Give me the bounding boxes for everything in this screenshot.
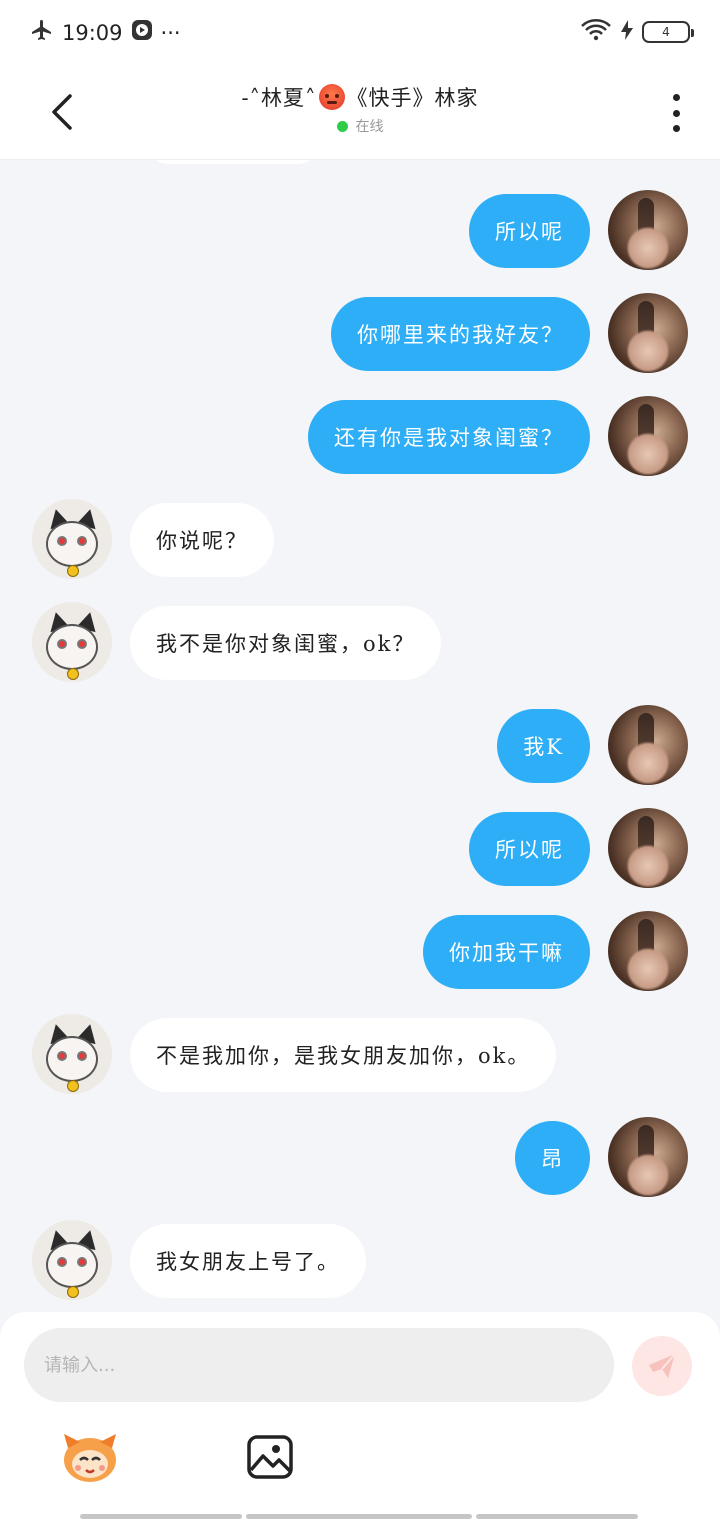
bell-icon <box>67 1286 79 1298</box>
airplane-mode-icon <box>30 18 54 47</box>
charging-icon <box>620 19 634 45</box>
message-bubble[interactable]: 还有你是我对象闺蜜？ <box>308 400 590 474</box>
cat-eye <box>57 536 67 546</box>
bottom-indicator-bars <box>80 1514 638 1519</box>
message-bubble[interactable]: 你哪里来的我好友？ <box>331 297 590 371</box>
online-status-text: 在线 <box>355 119 384 135</box>
message-row: 你说呢？ <box>0 499 720 579</box>
message-row: 我女朋友上号了。 <box>0 1220 720 1300</box>
more-dot-icon <box>672 109 680 117</box>
cat-eye <box>77 1051 87 1061</box>
cat-face <box>46 521 98 567</box>
cat-eye <box>57 1051 67 1061</box>
my-avatar[interactable] <box>608 190 688 270</box>
more-notifications-indicator: ··· <box>160 20 181 45</box>
bell-icon <box>67 565 79 577</box>
message-row: 所以呢 <box>0 190 720 270</box>
message-row: 我不是你对象闺蜜，ok？ <box>0 602 720 682</box>
status-left: 19:09 ··· <box>30 18 181 47</box>
status-right: 4 <box>580 18 694 46</box>
online-status: 在线 <box>0 116 720 136</box>
chat-screen: 19:09 ··· 4 -˄林夏˄ 《快手》林家 在线 所以呢 你哪里来的我好友… <box>0 0 720 1520</box>
wifi-icon <box>580 18 612 46</box>
my-avatar[interactable] <box>608 705 688 785</box>
more-options-button[interactable] <box>668 94 684 132</box>
cat-eye <box>57 639 67 649</box>
more-dot-icon <box>672 94 680 101</box>
my-avatar[interactable] <box>608 911 688 991</box>
indicator-bar <box>476 1514 638 1519</box>
contact-avatar[interactable] <box>32 602 112 682</box>
partial-message-row <box>0 160 720 164</box>
indicator-bar <box>80 1514 242 1519</box>
paper-plane-icon <box>649 1353 676 1378</box>
my-avatar[interactable] <box>608 293 688 373</box>
battery-icon: 4 <box>642 21 694 43</box>
chat-title: -˄林夏˄ 《快手》林家 <box>0 82 720 112</box>
message-bubble[interactable]: 你加我干嘛 <box>423 915 590 989</box>
media-app-icon <box>131 19 153 46</box>
message-bubble[interactable]: 所以呢 <box>469 194 590 268</box>
cat-face <box>46 1242 98 1288</box>
online-dot-icon <box>336 120 348 132</box>
cat-eye <box>57 1257 67 1267</box>
message-row: 不是我加你，是我女朋友加你，ok。 <box>0 1014 720 1094</box>
message-input[interactable] <box>24 1328 614 1402</box>
message-list[interactable]: 所以呢 你哪里来的我好友？ 还有你是我对象闺蜜？ 你说呢？ 我不是你对象闺蜜，o… <box>0 160 720 1312</box>
contact-avatar[interactable] <box>32 1220 112 1300</box>
title-suffix: 《快手》林家 <box>346 86 479 110</box>
message-row: 昂 <box>0 1117 720 1197</box>
chat-header: -˄林夏˄ 《快手》林家 在线 <box>0 64 720 160</box>
contact-avatar[interactable] <box>32 1014 112 1094</box>
message-row: 你加我干嘛 <box>0 911 720 991</box>
message-bubble[interactable]: 我K <box>497 709 590 783</box>
contact-avatar[interactable] <box>32 499 112 579</box>
my-avatar[interactable] <box>608 396 688 476</box>
bell-icon <box>67 668 79 680</box>
message-bubble[interactable]: 我女朋友上号了。 <box>130 1224 366 1298</box>
cat-face <box>46 624 98 670</box>
my-avatar[interactable] <box>608 1117 688 1197</box>
more-dot-icon <box>672 125 680 132</box>
cat-face <box>46 1036 98 1082</box>
message-bubble[interactable]: 所以呢 <box>469 812 590 886</box>
message-row: 还有你是我对象闺蜜？ <box>0 396 720 476</box>
angry-face-icon <box>318 84 345 110</box>
message-bubble[interactable]: 你说呢？ <box>130 503 274 577</box>
cat-eye <box>77 1257 87 1267</box>
cat-eye <box>77 536 87 546</box>
send-button[interactable] <box>632 1336 692 1396</box>
message-row: 我K <box>0 705 720 785</box>
status-bar: 19:09 ··· 4 <box>0 0 720 64</box>
battery-level: 4 <box>662 25 670 39</box>
bell-icon <box>67 1080 79 1092</box>
sticker-mascot-icon[interactable] <box>60 1430 120 1486</box>
indicator-bar <box>246 1514 472 1519</box>
message-bubble[interactable]: 我不是你对象闺蜜，ok？ <box>130 606 442 680</box>
title-block: -˄林夏˄ 《快手》林家 在线 <box>0 82 720 136</box>
message-row: 所以呢 <box>0 808 720 888</box>
message-row: 你哪里来的我好友？ <box>0 293 720 373</box>
message-bubble[interactable]: 昂 <box>515 1121 590 1195</box>
partial-message-bubble <box>148 160 318 164</box>
my-avatar[interactable] <box>608 808 688 888</box>
cat-eye <box>77 639 87 649</box>
title-prefix: -˄林夏˄ <box>241 86 317 110</box>
status-time: 19:09 <box>62 20 123 45</box>
message-bubble[interactable]: 不是我加你，是我女朋友加你，ok。 <box>130 1018 557 1092</box>
image-picker-icon[interactable] <box>246 1434 294 1480</box>
composer <box>0 1312 720 1520</box>
